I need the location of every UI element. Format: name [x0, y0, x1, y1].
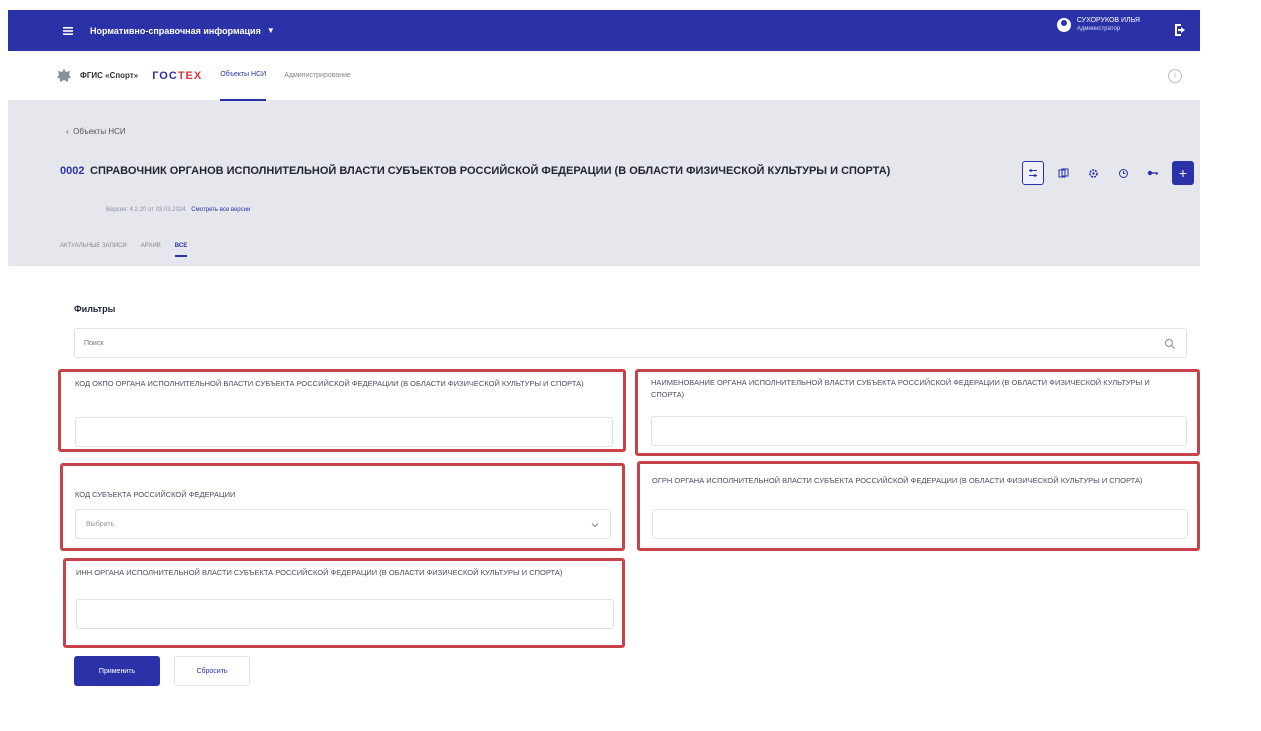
app-title[interactable]: Нормативно-справочная информация [90, 26, 261, 36]
sliders-icon [1029, 169, 1037, 177]
subject-code-placeholder: Выбрать [86, 520, 115, 528]
ogrn-field-label: ОГРН ОРГАНА ИСПОЛНИТЕЛЬНОЙ ВЛАСТИ СУБЪЕК… [652, 476, 1143, 485]
ogrn-input[interactable] [653, 520, 1187, 528]
clock-icon [1118, 168, 1128, 178]
version-info: Версия: 4.2.20 от 03.03.2024 Смотреть вс… [106, 207, 250, 213]
user-avatar-icon [1056, 17, 1071, 32]
all-versions-link[interactable]: Смотреть все версии [191, 207, 250, 213]
back-link-label: Объекты НСИ [73, 127, 126, 136]
filters-panel: Фильтры КОД ОКПО ОРГАНА ИСПОЛНИТЕЛЬНОЙ В… [58, 286, 1200, 716]
emblem-icon [56, 68, 72, 84]
settings-button[interactable] [1082, 161, 1104, 185]
page-code: 0002 [60, 165, 85, 177]
okpo-filter-highlight: КОД ОКПО ОРГАНА ИСПОЛНИТЕЛЬНОЙ ВЛАСТИ СУ… [58, 369, 626, 452]
okpo-field-label: КОД ОКПО ОРГАНА ИСПОЛНИТЕЛЬНОЙ ВЛАСТИ СУ… [75, 379, 584, 388]
inn-input[interactable] [77, 610, 613, 618]
gear-icon [1088, 168, 1098, 178]
search-field [74, 328, 1187, 358]
copy-button[interactable] [1052, 161, 1074, 185]
name-input[interactable] [652, 427, 1186, 435]
navigation-bar: ФГИС «Спорт» ГОСТЕХ Объекты НСИ Админист… [8, 51, 1200, 101]
nav-link-nsi-objects[interactable]: Объекты НСИ [220, 51, 267, 101]
subject-code-select[interactable]: Выбрать [75, 509, 611, 539]
brand-gostech-logo: ГОСТЕХ [152, 70, 202, 82]
user-profile[interactable]: СУХОРУКОВ ИЛЬЯ Администратор [1056, 16, 1140, 33]
inn-filter-highlight: ИНН ОРГАНА ИСПОЛНИТЕЛЬНОЙ ВЛАСТИ СУБЪЕКТ… [63, 558, 625, 648]
name-filter-highlight: НАИМЕНОВАНИЕ ОРГАНА ИСПОЛНИТЕЛЬНОЙ ВЛАСТ… [635, 369, 1200, 456]
tab-archive[interactable]: АРХИВ [141, 243, 161, 257]
top-app-bar: Нормативно-справочная информация ▼ СУХОР… [8, 10, 1200, 51]
ogrn-filter-highlight: ОГРН ОРГАНА ИСПОЛНИТЕЛЬНОЙ ВЛАСТИ СУБЪЕК… [637, 461, 1200, 551]
user-name: СУХОРУКОВ ИЛЬЯ [1076, 17, 1140, 24]
brand-fgis-sport: ФГИС «Спорт» [80, 71, 139, 80]
user-role: Администратор [1076, 26, 1121, 32]
ogrn-input-wrapper [652, 509, 1188, 539]
tab-all[interactable]: ВСЕ [174, 243, 188, 257]
search-input[interactable] [75, 339, 1145, 347]
name-field-label: НАИМЕНОВАНИЕ ОРГАНА ИСПОЛНИТЕЛЬНОЙ ВЛАСТ… [651, 378, 1150, 399]
add-button[interactable]: + [1172, 161, 1194, 185]
subject-code-filter-highlight: КОД СУБЪЕКТА РОССИЙСКОЙ ФЕДЕРАЦИИ Выбрат… [60, 463, 625, 551]
brand-gostech-part2: ТЕХ [177, 69, 203, 82]
filter-settings-button[interactable] [1022, 161, 1044, 185]
action-toolbar: + [1014, 161, 1194, 185]
tabs: АКТУАЛЬНЫЕ ЗАПИСИ АРХИВ ВСЕ [60, 243, 201, 257]
search-icon[interactable] [1164, 338, 1176, 350]
brand-gostech-part1: ГОС [152, 69, 178, 82]
filters-title: Фильтры [74, 304, 116, 314]
chevron-down-icon[interactable]: ▼ [267, 26, 275, 35]
nav-link-administration[interactable]: Администрирование [284, 51, 351, 101]
reset-button[interactable]: Сбросить [174, 656, 250, 686]
page-title: СПРАВОЧНИК ОРГАНОВ ИСПОЛНИТЕЛЬНОЙ ВЛАСТИ… [90, 165, 891, 177]
key-icon [1147, 170, 1158, 176]
back-link[interactable]: ‹ Объекты НСИ [66, 127, 126, 136]
apply-button[interactable]: Применить [74, 656, 160, 686]
version-text: Версия: 4.2.20 от 03.03.2024 [106, 207, 186, 213]
copy-icon [1058, 168, 1068, 177]
okpo-input-wrapper [75, 417, 613, 447]
key-button[interactable] [1142, 161, 1164, 185]
chevron-down-icon [591, 523, 599, 528]
name-input-wrapper [651, 416, 1187, 446]
hamburger-menu-icon[interactable] [58, 21, 78, 41]
plus-icon: + [1178, 165, 1188, 181]
history-button[interactable] [1112, 161, 1134, 185]
page-header: ‹ Объекты НСИ 0002 СПРАВОЧНИК ОРГАНОВ ИС… [8, 101, 1200, 266]
logout-icon[interactable] [1172, 22, 1188, 38]
inn-input-wrapper [76, 599, 614, 629]
inn-field-label: ИНН ОРГАНА ИСПОЛНИТЕЛЬНОЙ ВЛАСТИ СУБЪЕКТ… [76, 568, 563, 577]
okpo-input[interactable] [76, 428, 612, 436]
info-icon[interactable]: i [1168, 69, 1182, 83]
tab-actual[interactable]: АКТУАЛЬНЫЕ ЗАПИСИ [60, 243, 127, 257]
subject-code-field-label: КОД СУБЪЕКТА РОССИЙСКОЙ ФЕДЕРАЦИИ [75, 490, 236, 499]
